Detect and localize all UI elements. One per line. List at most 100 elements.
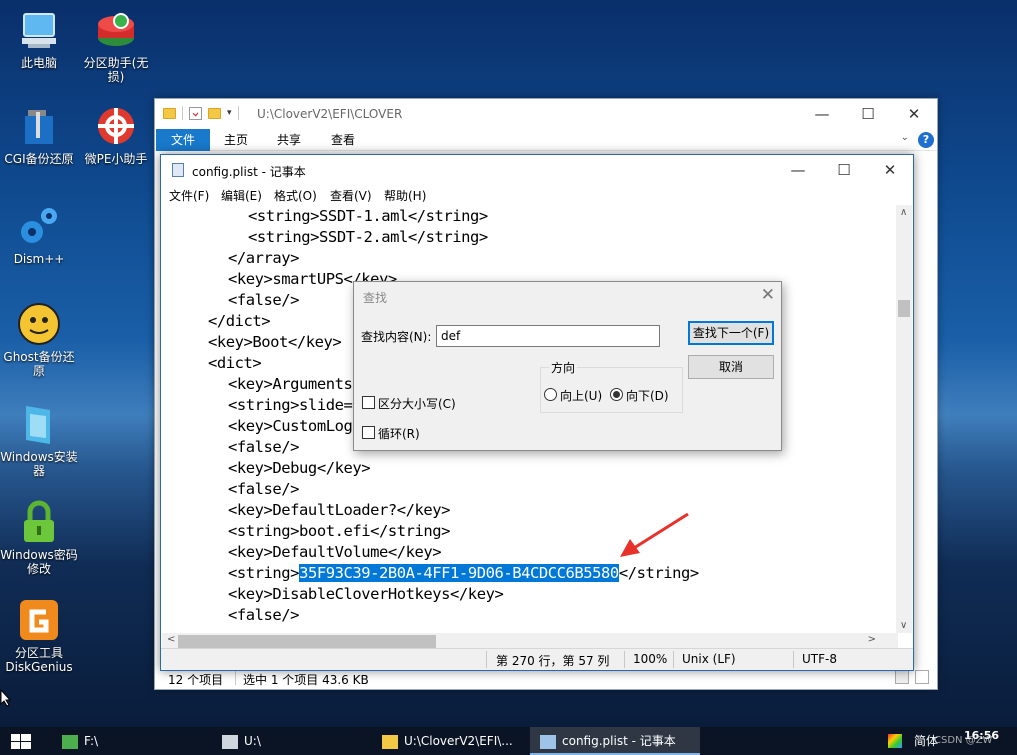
find-next-button[interactable]: 查找下一个(F) — [688, 321, 774, 345]
scrollbar-thumb[interactable] — [898, 300, 910, 317]
drive-icon — [62, 734, 78, 749]
code-line: <false/> — [228, 291, 300, 309]
explorer-title-path: U:\CloverV2\EFI\CLOVER — [257, 107, 403, 121]
code-line: <key>DisableCloverHotkeys</key> — [228, 585, 504, 603]
desktop-icon-wepe[interactable]: 微PE小助手 — [77, 104, 155, 166]
desktop-icon-label: 分区工具DiskGenius — [5, 646, 73, 674]
wrap-around-checkbox[interactable] — [362, 426, 375, 439]
desktop-icon-this-pc[interactable]: 此电脑 — [0, 8, 78, 70]
encoding: UTF-8 — [802, 652, 837, 666]
taskbar-item-f-drive[interactable]: F:\ — [62, 727, 212, 755]
wrap-around-label: 循环(R) — [378, 427, 420, 441]
ghost-icon — [16, 302, 62, 346]
find-what-input[interactable]: def — [436, 325, 660, 347]
help-icon[interactable]: ? — [918, 132, 934, 148]
explorer-titlebar[interactable]: ▾ U:\CloverV2\EFI\CLOVER — ☐ ✕ — [155, 99, 937, 129]
code-line: <key>DefaultVolume</key> — [228, 543, 442, 561]
desktop-icon-windows-installer[interactable]: Windows安装器 — [0, 402, 78, 478]
notepad-maximize-button[interactable]: ☐ — [821, 155, 867, 185]
start-button[interactable] — [11, 734, 31, 752]
vertical-scrollbar[interactable]: ∧ ∨ — [896, 205, 912, 633]
lock-icon — [16, 500, 62, 544]
desktop-icon-dism[interactable]: Dism++ — [0, 204, 78, 266]
find-dialog-close-icon[interactable]: ✕ — [761, 285, 775, 305]
notepad-title: config.plist - 记事本 — [192, 165, 306, 179]
scroll-up-icon[interactable]: ∧ — [900, 207, 907, 218]
taskbar: F:\ U:\ U:\CloverV2\EFI\... config.plist… — [0, 727, 1017, 755]
minimize-button[interactable]: — — [799, 99, 845, 129]
code-line: <string>SSDT-2.aml</string> — [248, 228, 488, 246]
find-dialog[interactable]: 查找 ✕ 查找内容(N): def 查找下一个(F) 取消 方向 向上(U) 向… — [353, 281, 782, 451]
scroll-right-icon[interactable]: > — [868, 634, 876, 645]
code-line: <false/> — [228, 438, 300, 456]
direction-down-radio[interactable] — [610, 388, 623, 401]
details-view-icon[interactable] — [895, 670, 909, 684]
large-icons-view-icon[interactable] — [915, 670, 929, 684]
code-line: <key>Boot</key> — [208, 333, 342, 351]
desktop-icon-label: 分区助手(无损) — [83, 56, 149, 84]
menu-file[interactable]: 文件(F) — [169, 187, 209, 204]
code-line: <string>SSDT-1.aml</string> — [248, 207, 488, 225]
taskbar-item-notepad[interactable]: config.plist - 记事本 — [530, 727, 700, 755]
desktop-icon-windows-password[interactable]: Windows密码修改 — [0, 500, 78, 576]
selected-text: 35F93C39-2B0A-4FF1-9D06-B4CDCC6B5580 — [299, 564, 619, 582]
tab-share[interactable]: 共享 — [268, 129, 310, 151]
desktop-icon-label: 微PE小助手 — [84, 152, 148, 166]
color-icon[interactable] — [888, 734, 902, 748]
scroll-down-icon[interactable]: ∨ — [900, 620, 907, 631]
notepad-statusbar: 第 270 行，第 57 列 100% Unix (LF) UTF-8 — [161, 648, 913, 670]
desktop-icon-ghost[interactable]: Ghost备份还原 — [0, 302, 78, 378]
code-line: <false/> — [228, 606, 300, 624]
notepad-icon — [172, 163, 184, 177]
code-line: <string>boot.efi</string> — [228, 522, 451, 540]
computer-icon — [16, 8, 62, 52]
match-case-checkbox[interactable] — [362, 396, 375, 409]
direction-label: 方向 — [549, 359, 578, 376]
direction-group: 方向 向上(U) 向下(D) — [540, 359, 683, 413]
tab-home[interactable]: 主页 — [215, 129, 257, 151]
annotation-arrow-icon — [620, 512, 689, 557]
desktop-icon-partition-assistant[interactable]: 分区助手(无损) — [77, 8, 155, 84]
quick-access-toolbar: ▾ — [163, 106, 239, 120]
scrollbar-thumb[interactable] — [178, 635, 436, 648]
menu-format[interactable]: 格式(O) — [274, 187, 317, 204]
new-folder-icon[interactable] — [208, 107, 221, 119]
desktop-icon-cgi[interactable]: CGI备份还原 — [0, 104, 78, 166]
tab-view[interactable]: 查看 — [322, 129, 364, 151]
menu-edit[interactable]: 编辑(E) — [221, 187, 262, 204]
notepad-icon — [540, 734, 556, 749]
notepad-minimize-button[interactable]: — — [775, 155, 821, 185]
partition-assistant-icon — [93, 8, 139, 52]
cgi-backup-icon — [16, 104, 62, 148]
cancel-button[interactable]: 取消 — [688, 355, 774, 379]
taskbar-item-explorer[interactable]: U:\CloverV2\EFI\... — [382, 727, 520, 755]
scroll-left-icon[interactable]: < — [167, 634, 175, 645]
code-line: <false/> — [228, 480, 300, 498]
code-line: <dict> — [208, 354, 262, 372]
properties-icon[interactable] — [189, 106, 202, 120]
notepad-close-button[interactable]: ✕ — [867, 155, 913, 185]
direction-up-radio[interactable] — [544, 388, 557, 401]
drive-icon — [222, 734, 238, 749]
menu-view[interactable]: 查看(V) — [330, 187, 372, 204]
notepad-titlebar[interactable]: config.plist - 记事本 — ☐ ✕ — [161, 155, 913, 185]
ribbon-tabs: 文件 主页 共享 查看 ⌄ ? — [155, 129, 937, 151]
desktop-icon-diskgenius[interactable]: 分区工具DiskGenius — [0, 598, 78, 674]
menu-help[interactable]: 帮助(H) — [384, 187, 426, 204]
chevron-down-icon[interactable]: ▾ — [227, 108, 232, 118]
tab-file[interactable]: 文件 — [156, 129, 210, 151]
desktop-icon-label: Windows密码修改 — [0, 548, 78, 576]
ribbon-expand-icon[interactable]: ⌄ — [901, 132, 909, 143]
close-button[interactable]: ✕ — [891, 99, 937, 129]
desktop-icon-label: Ghost备份还原 — [3, 350, 75, 378]
watermark: CSDN @ZW — [934, 735, 993, 746]
find-dialog-title: 查找 — [363, 291, 388, 305]
maximize-button[interactable]: ☐ — [845, 99, 891, 129]
folder-icon — [163, 107, 176, 119]
match-case-label: 区分大小写(C) — [378, 397, 456, 411]
desktop-icon-label: Windows安装器 — [0, 450, 78, 478]
selection-info: 选中 1 个项目 43.6 KB — [243, 673, 369, 687]
taskbar-item-u-drive[interactable]: U:\ — [222, 727, 372, 755]
folder-icon — [382, 734, 398, 749]
direction-down-label: 向下(D) — [626, 389, 669, 403]
